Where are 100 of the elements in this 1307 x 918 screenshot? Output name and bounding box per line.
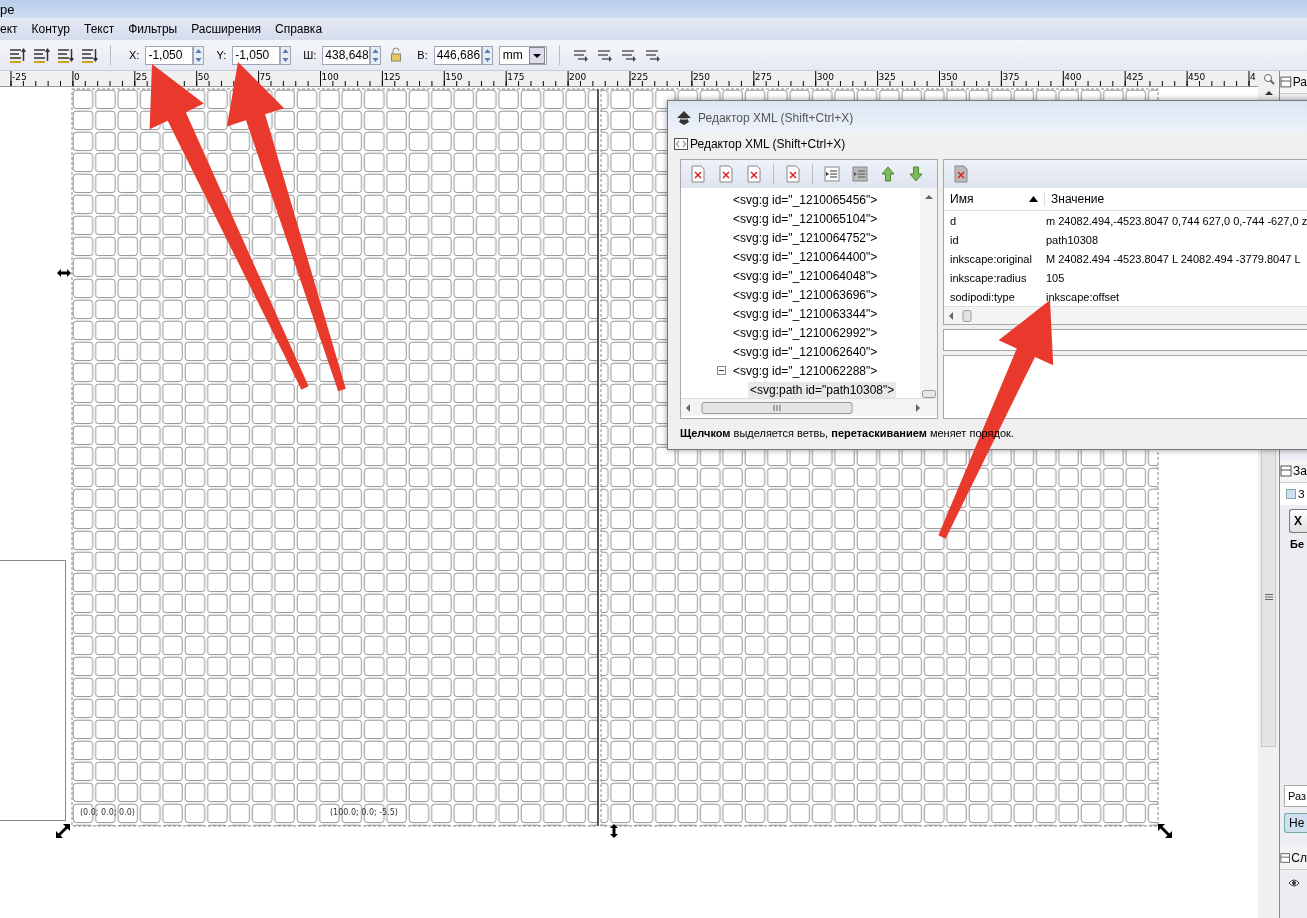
arrow-up-icon[interactable] [879, 165, 897, 183]
section-heading: Бе [1289, 537, 1306, 552]
zoom-icon[interactable] [1262, 73, 1275, 85]
scroll-up-icon[interactable] [924, 194, 933, 200]
dock-tab[interactable]: За [1280, 460, 1307, 483]
resize-handle[interactable] [56, 824, 70, 838]
lower-icon[interactable] [56, 46, 74, 64]
attribute-name: inkscape:radius [949, 271, 1028, 284]
dock-tab[interactable]: Сл [1280, 847, 1307, 870]
scroll-right-icon[interactable] [915, 402, 921, 413]
number-field[interactable]: -1,050 [232, 45, 281, 65]
ruler-label: 425 [1126, 72, 1144, 82]
arrow-down-icon[interactable] [907, 165, 925, 183]
raise-icon[interactable] [32, 46, 50, 64]
scrollbar[interactable] [1261, 447, 1276, 747]
xml-node[interactable]: <svg:g id="_1210065104"> [731, 210, 880, 227]
xml-node[interactable]: <svg:g id="_1210063344"> [731, 305, 880, 322]
xml-node[interactable]: <svg:g id="_1210065456"> [731, 191, 880, 208]
dock-button[interactable]: Х [1289, 509, 1307, 533]
xml-node[interactable]: <svg:g id="_1210062640"> [731, 343, 880, 360]
xml-node[interactable]: <svg:g id="_1210062288"> [731, 362, 880, 379]
ruler-label: 450 [1188, 72, 1206, 82]
new-text-node-icon[interactable] [717, 165, 735, 183]
attribute-name: id [949, 233, 960, 246]
attribute-value: m 24082.494,-4523.8047 0,744 627,0 0,-744 -627,0 z [1046, 214, 1307, 227]
input-field[interactable]: Раз [1284, 785, 1307, 807]
dialog-title: Редактор XML (Shift+Ctrl+X) [698, 110, 854, 125]
scroll-left-icon[interactable] [948, 310, 954, 321]
unindent-icon[interactable] [823, 165, 841, 183]
delete-attribute-icon[interactable] [952, 165, 970, 183]
lower-to-bottom-icon[interactable] [80, 46, 98, 64]
scrollbar-thumb[interactable] [921, 390, 936, 398]
scroll-left-icon[interactable] [685, 402, 691, 413]
field-label: Y: [216, 49, 227, 61]
attribute-value: 105 [1046, 271, 1065, 284]
collapse-icon[interactable] [717, 366, 726, 375]
delete-node-icon[interactable] [784, 165, 802, 183]
panel-title: Редактор XML (Shift+Ctrl+X) [690, 137, 846, 151]
resize-handle[interactable] [1158, 824, 1172, 838]
sort-ascending-icon[interactable] [1029, 196, 1038, 202]
attribute-name: inkscape:original [949, 252, 1033, 265]
checkbox[interactable] [1286, 489, 1296, 499]
attribute-value: inkscape:offset [1046, 290, 1120, 303]
xml-node[interactable]: <svg:path id="path10308"> [748, 381, 897, 398]
xml-node[interactable]: <svg:g id="_1210064400"> [731, 248, 880, 265]
ruler-label: -25 [12, 72, 27, 82]
menu-item[interactable]: Контур [24, 22, 78, 36]
scroll-up-icon[interactable] [1263, 89, 1274, 97]
scrollbar[interactable] [920, 188, 937, 398]
xml-node[interactable]: <svg:g id="_1210064048"> [731, 267, 880, 284]
app-icon [676, 109, 692, 126]
new-node-icon[interactable] [689, 165, 707, 183]
menu-item[interactable]: ект [0, 22, 25, 36]
eye-icon[interactable] [1288, 878, 1300, 888]
ruler-label: 75 [259, 72, 272, 82]
resize-handle[interactable] [57, 266, 71, 280]
field-label: Ш: [303, 49, 317, 61]
ruler-label: 325 [878, 72, 896, 82]
menu-item[interactable]: Расширения [184, 22, 268, 36]
column-header[interactable]: Значение [1045, 192, 1105, 206]
spinner-icon[interactable] [481, 45, 493, 65]
indent-icon[interactable] [851, 165, 869, 183]
scrollbar-thumb[interactable] [962, 308, 972, 323]
ruler-label: 125 [383, 72, 401, 82]
ruler-label: 300 [816, 72, 834, 82]
ruler-label: 350 [940, 72, 958, 82]
attribute-value: path10308 [1046, 233, 1098, 246]
spinner-icon[interactable] [280, 45, 292, 65]
number-field[interactable]: -1,050 [145, 45, 194, 65]
xml-node[interactable]: <svg:g id="_1210062992"> [731, 324, 880, 341]
spinner-icon[interactable] [193, 45, 205, 65]
panel-icon [1280, 852, 1291, 864]
menu-item[interactable]: Текст [77, 22, 122, 36]
xml-icon [674, 138, 688, 150]
scrollbar[interactable] [944, 306, 1307, 324]
dock-tab[interactable]: Ра [1280, 71, 1307, 94]
coordinate-label: (100.0; 0.0; -5.5) [330, 808, 398, 817]
menu-item[interactable]: Фильтры [121, 22, 185, 36]
number-field[interactable]: 438,648 [322, 45, 371, 65]
scrollbar-thumb[interactable] [701, 400, 853, 415]
ruler-label: 50 [197, 72, 210, 82]
ruler-label: 400 [1064, 72, 1082, 82]
ruler-label: 275 [754, 72, 772, 82]
scrollbar[interactable] [681, 398, 937, 416]
field-label: X: [129, 49, 140, 61]
spinner-icon[interactable] [370, 45, 382, 65]
number-field[interactable]: 446,686 [433, 45, 482, 65]
dock-button[interactable]: Не [1284, 813, 1307, 833]
ruler-label: 0 [73, 72, 80, 82]
grip-icon [1264, 593, 1273, 601]
unit-dropdown[interactable]: mm [498, 45, 547, 65]
xml-node[interactable]: <svg:g id="_1210063696"> [731, 286, 880, 303]
raise-to-top-icon[interactable] [8, 46, 26, 64]
xml-node[interactable]: <svg:g id="_1210064752"> [731, 229, 880, 246]
duplicate-node-icon[interactable] [745, 165, 763, 183]
column-header[interactable]: Имя [950, 192, 974, 206]
ruler-label: 375 [1002, 72, 1020, 82]
menu-item[interactable]: Справка [268, 22, 330, 36]
text-area[interactable] [943, 355, 1307, 419]
attribute-value: M 24082.494 -4523.8047 L 24082.494 -3779.8047 L [1046, 252, 1301, 265]
